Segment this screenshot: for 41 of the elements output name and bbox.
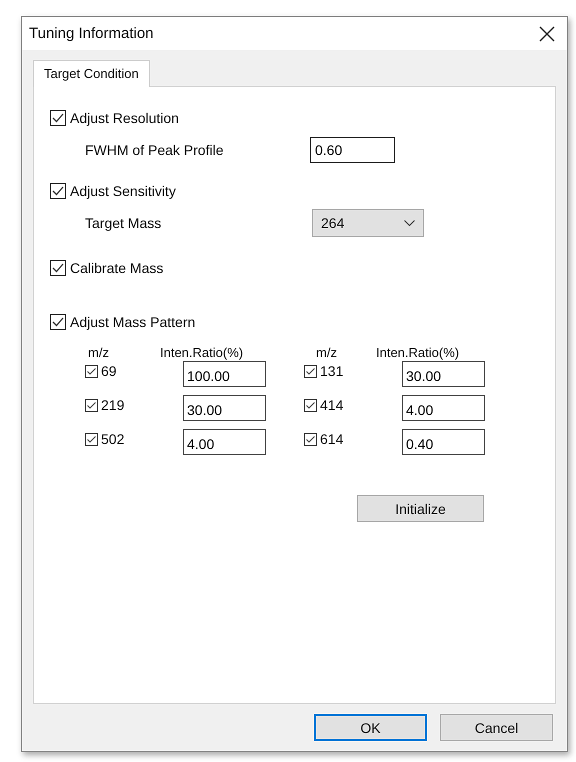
- checkbox-label: Adjust Mass Pattern: [70, 314, 196, 330]
- input-field[interactable]: 30.00: [402, 361, 485, 387]
- input-field[interactable]: 100.00: [183, 361, 266, 387]
- field-label: Target Mass: [85, 215, 162, 231]
- checkbox-label: Calibrate Mass: [70, 260, 164, 276]
- dialog-button[interactable]: Cancel: [440, 714, 553, 741]
- checkbox[interactable]: [304, 364, 317, 378]
- mass-label: 69: [101, 363, 117, 379]
- checkbox[interactable]: [85, 364, 98, 378]
- mass-label: 614: [320, 431, 344, 447]
- checkbox[interactable]: [85, 432, 98, 446]
- dialog-button[interactable]: OK: [314, 714, 427, 741]
- close-icon[interactable]: [539, 26, 555, 42]
- input-field[interactable]: 30.00: [183, 395, 266, 421]
- checkbox[interactable]: [85, 398, 98, 412]
- checkbox[interactable]: [304, 398, 317, 412]
- input-field[interactable]: 0.40: [402, 429, 485, 455]
- initialize-button[interactable]: Initialize: [357, 495, 484, 522]
- field-label: FWHM of Peak Profile: [85, 142, 224, 158]
- mass-label: 219: [101, 397, 124, 413]
- input-field[interactable]: 4.00: [183, 429, 266, 455]
- input-field[interactable]: 0.60: [310, 137, 395, 163]
- checkbox[interactable]: [50, 314, 66, 330]
- checkbox-label: Adjust Resolution: [70, 110, 179, 126]
- mass-label: 502: [101, 431, 124, 447]
- checkbox[interactable]: [304, 432, 317, 446]
- input-field[interactable]: 4.00: [402, 395, 485, 421]
- checkbox-label: Adjust Sensitivity: [70, 183, 176, 199]
- window-title: Tuning Information: [29, 25, 154, 42]
- chevron-down-icon: [404, 220, 415, 226]
- column-header: m/z: [315, 345, 338, 361]
- column-header: Inten.Ratio(%): [160, 345, 244, 361]
- checkbox[interactable]: [50, 183, 66, 199]
- tab[interactable]: Target Condition: [33, 60, 150, 87]
- dropdown[interactable]: 264: [312, 209, 424, 237]
- mass-label: 414: [320, 397, 344, 413]
- checkbox[interactable]: [50, 110, 66, 126]
- mass-label: 131: [320, 363, 344, 379]
- column-header: m/z: [87, 345, 110, 361]
- checkbox[interactable]: [50, 260, 66, 276]
- column-header: Inten.Ratio(%): [376, 345, 460, 361]
